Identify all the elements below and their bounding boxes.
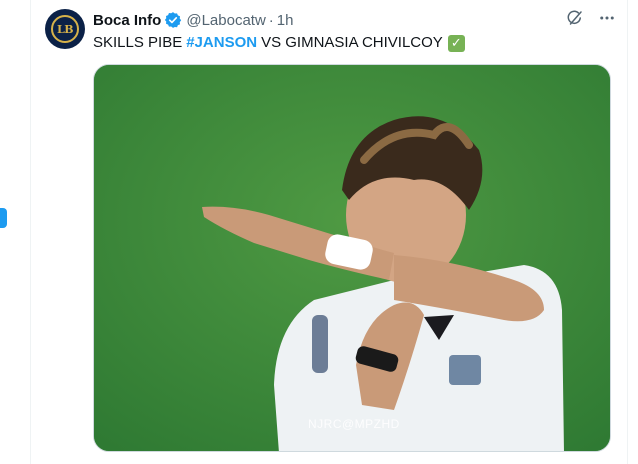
- tweet-header: Boca Info @Labocatw · 1h: [93, 10, 293, 30]
- grok-icon[interactable]: [566, 9, 584, 27]
- header-separator: ·: [268, 11, 274, 29]
- verified-badge-icon[interactable]: [164, 11, 182, 29]
- video-player[interactable]: NJRC@MPZHD: [93, 64, 611, 452]
- tweet-header-actions: [566, 9, 616, 27]
- author-name[interactable]: Boca Info: [93, 12, 161, 29]
- left-navigation-rail: [0, 0, 31, 464]
- check-mark-emoji: ✓: [447, 34, 465, 52]
- tweet-text: SKILLS PIBE #JANSON VS GIMNASIA CHIVILCO…: [93, 33, 465, 53]
- hashtag-link[interactable]: #JANSON: [186, 33, 257, 53]
- video-watermark: NJRC@MPZHD: [308, 417, 400, 431]
- avatar[interactable]: LB: [45, 9, 85, 49]
- post-timestamp[interactable]: 1h: [277, 12, 294, 29]
- tweet-text-start: SKILLS PIBE: [93, 34, 183, 51]
- avatar-logo: LB: [51, 15, 79, 43]
- author-handle[interactable]: @Labocatw: [186, 12, 265, 29]
- post-button-edge[interactable]: [0, 208, 7, 228]
- timeline-divider: [627, 0, 628, 464]
- avatar-logo-text: LB: [56, 22, 74, 36]
- video-frame: [94, 65, 610, 451]
- more-icon[interactable]: [598, 9, 616, 27]
- tweet-text-end: VS GIMNASIA CHIVILCOY: [261, 34, 443, 51]
